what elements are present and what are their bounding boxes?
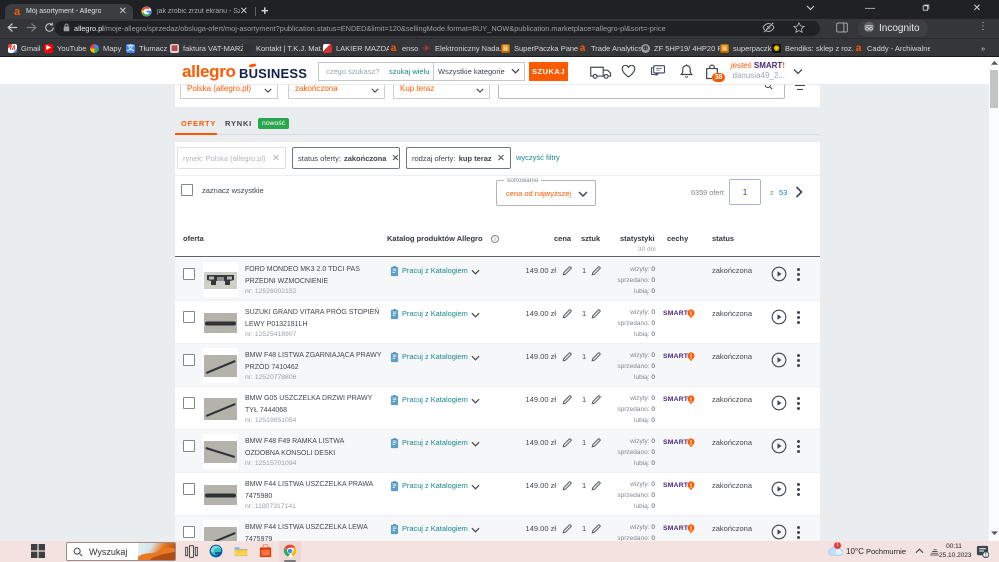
svg-text:1: 1 bbox=[984, 553, 987, 558]
